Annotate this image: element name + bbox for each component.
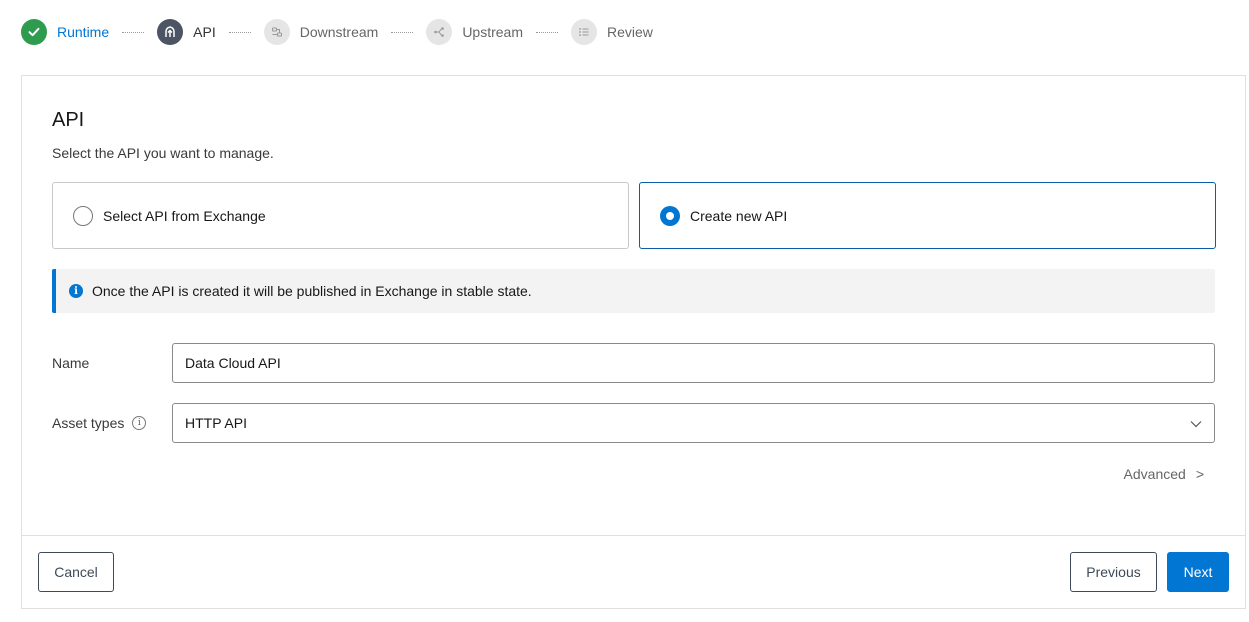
asset-types-select[interactable]: HTTP API	[172, 403, 1215, 443]
step-upstream-label: Upstream	[462, 24, 523, 40]
asset-types-label-text: Asset types	[52, 415, 125, 431]
notice-text: Once the API is created it will be publi…	[92, 283, 532, 299]
step-api-label: API	[193, 24, 216, 40]
name-label: Name	[52, 355, 89, 371]
cancel-button[interactable]: Cancel	[38, 552, 114, 592]
next-button[interactable]: Next	[1167, 552, 1229, 592]
asset-types-value: HTTP API	[185, 415, 247, 431]
step-api[interactable]: API	[157, 19, 216, 45]
previous-button[interactable]: Previous	[1070, 552, 1157, 592]
step-runtime-label: Runtime	[57, 24, 110, 40]
api-icon	[157, 19, 184, 45]
step-runtime[interactable]: Runtime	[21, 19, 109, 45]
name-label-text: Name	[52, 355, 90, 371]
card-footer: Cancel Previous Next	[22, 535, 1245, 609]
radio-select-from-exchange[interactable]	[73, 205, 93, 226]
info-notice: i Once the API is created it will be pub…	[52, 269, 1215, 313]
check-icon	[21, 19, 47, 45]
api-selection-card: API Select the API you want to manage. S…	[21, 75, 1246, 609]
page-title: API	[52, 109, 85, 131]
advanced-label: Advanced	[1123, 466, 1186, 482]
info-circle-icon[interactable]: i	[132, 416, 147, 430]
list-icon	[571, 19, 597, 45]
choice-select-from-exchange[interactable]: Select API from Exchange	[52, 182, 629, 249]
advanced-link[interactable]: Advanced >	[1124, 466, 1204, 482]
info-icon: i	[69, 284, 83, 298]
radio-create-new-api[interactable]	[660, 205, 680, 226]
progress-stepper: Runtime API Downstream Upstream Review	[21, 19, 653, 45]
choice-label: Select API from Exchange	[103, 207, 266, 224]
downstream-icon	[263, 19, 290, 45]
chevron-right-icon: >	[1195, 466, 1204, 482]
step-upstream[interactable]: Upstream	[426, 19, 523, 45]
chevron-down-icon	[1190, 417, 1202, 433]
step-downstream[interactable]: Downstream	[263, 19, 379, 45]
choice-create-new-api[interactable]: Create new API	[639, 182, 1216, 249]
step-separator	[228, 31, 251, 33]
step-separator	[536, 31, 558, 33]
step-separator	[122, 31, 145, 33]
choice-label: Create new API	[690, 207, 788, 224]
step-review[interactable]: Review	[571, 19, 653, 45]
asset-types-label: Asset types i	[52, 415, 147, 431]
upstream-icon	[426, 19, 453, 45]
step-review-label: Review	[607, 24, 653, 40]
name-input[interactable]	[172, 343, 1215, 383]
step-separator	[391, 31, 414, 33]
step-downstream-label: Downstream	[299, 24, 379, 40]
page-subtitle: Select the API you want to manage.	[52, 145, 274, 161]
